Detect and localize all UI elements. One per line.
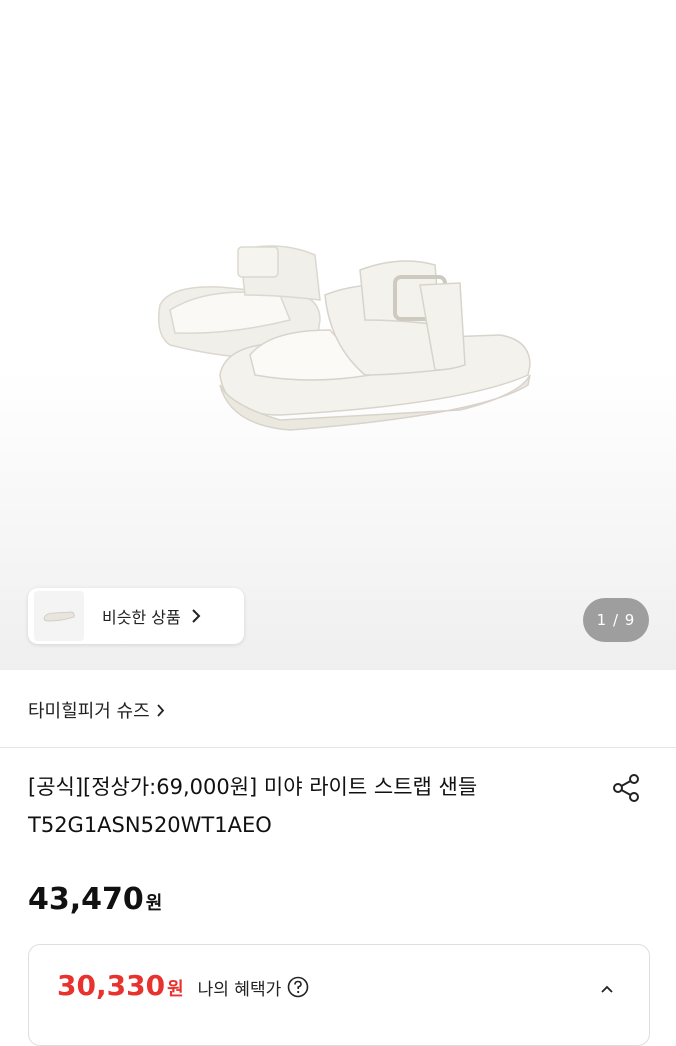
benefit-label: 나의 혜택가 — [197, 980, 282, 1000]
product-price: 43,470 원 — [28, 882, 162, 917]
chevron-up-icon — [601, 985, 613, 993]
similar-product-thumbnail — [34, 591, 84, 641]
product-title: [공식][정상가:69,000원] 미야 라이트 스트랩 샌들 T52G1ASN… — [28, 775, 478, 837]
brand-link[interactable]: 타미힐피거 슈즈 — [28, 690, 165, 730]
benefit-price-box[interactable]: 30,330 원 나의 혜택가 — [28, 944, 650, 1046]
price-amount: 43,470 — [28, 882, 144, 917]
brand-name: 타미힐피거 슈즈 — [28, 701, 150, 722]
image-counter-badge: 1 / 9 — [583, 598, 649, 642]
chevron-right-icon — [156, 703, 165, 718]
product-image-icon — [158, 245, 531, 431]
section-divider — [0, 747, 676, 748]
question-icon[interactable] — [287, 976, 309, 998]
benefit-price-unit: 원 — [167, 979, 184, 1000]
share-icon — [613, 774, 639, 802]
collapse-button[interactable] — [593, 975, 621, 1003]
similar-products-label: 비슷한 상품 — [102, 608, 181, 627]
sandal-thumbnail-icon — [43, 611, 75, 622]
share-button[interactable] — [606, 768, 646, 808]
benefit-price-amount: 30,330 — [57, 969, 166, 1002]
similar-products-button[interactable]: 비슷한 상품 — [28, 588, 244, 644]
price-unit: 원 — [145, 893, 163, 914]
chevron-right-icon — [191, 608, 201, 624]
product-image-gallery[interactable]: 비슷한 상품 1 / 9 — [0, 0, 676, 670]
